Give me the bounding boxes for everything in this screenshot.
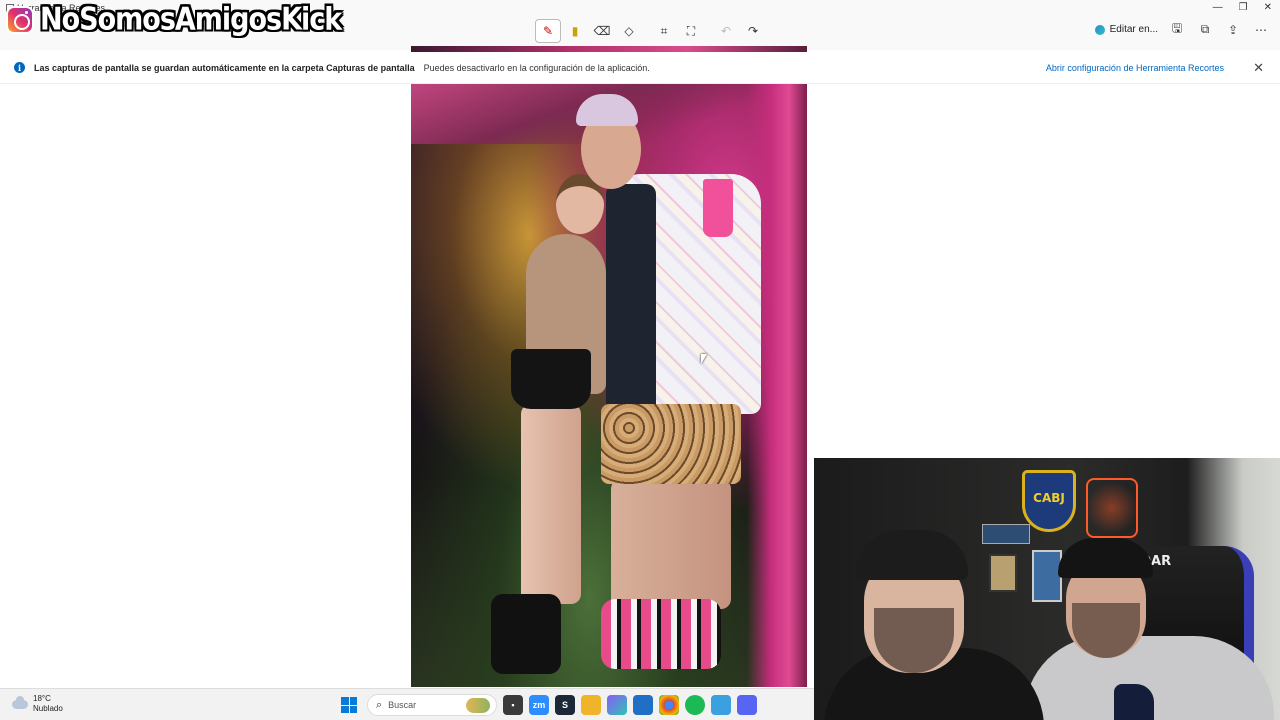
man-shorts — [601, 404, 741, 484]
man-jacket — [606, 184, 656, 414]
window-controls: — ❐ ✕ — [1213, 2, 1272, 13]
copy-icon[interactable]: ⧉ — [1196, 22, 1214, 37]
info-icon: i — [14, 62, 25, 73]
highlighter-icon: ▮ — [571, 24, 579, 38]
minimize-icon[interactable]: — — [1213, 2, 1223, 13]
weather-temperature: 18°C — [33, 694, 51, 703]
discord-icon[interactable] — [737, 695, 757, 715]
pen-tool-button[interactable]: ✎ — [535, 19, 561, 43]
crop-icon: ⌗ — [660, 23, 668, 38]
highlighter-tool-button[interactable]: ▮ — [562, 19, 588, 43]
share-icon[interactable]: ⇪ — [1224, 23, 1242, 37]
weather-widget[interactable]: 18°C Nublado — [12, 694, 63, 714]
photos-icon[interactable] — [711, 695, 731, 715]
shapes-icon: ◇ — [624, 24, 634, 38]
search-placeholder: Buscar — [388, 700, 417, 710]
crest-text: CABJ — [1033, 491, 1065, 505]
woman-skirt — [511, 349, 591, 409]
black-boots — [491, 594, 561, 674]
steam-icon[interactable]: S — [555, 695, 575, 715]
mouse-cursor-icon — [701, 354, 707, 364]
webcam-overlay: ESDAR CABJ — [814, 458, 1280, 720]
club-crest: CABJ — [1022, 470, 1076, 532]
shapes-tool-button[interactable]: ◇ — [616, 19, 642, 43]
instagram-icon — [6, 5, 34, 34]
pen-icon: ✎ — [542, 24, 554, 38]
save-icon[interactable]: 🖫 — [1168, 19, 1186, 40]
right-toolbar: Editar en... 🖫 ⧉ ⇪ ⋯ — [1094, 19, 1270, 40]
title-bar: Herramienta Recortes + N NoSomosAmigosKi… — [0, 0, 1280, 50]
undo-button[interactable]: ↶ — [713, 19, 739, 43]
text-actions-tool-button[interactable]: ⛶ — [678, 19, 704, 43]
store-icon[interactable] — [633, 695, 653, 715]
redo-button[interactable]: ↷ — [740, 19, 766, 43]
open-settings-link[interactable]: Abrir configuración de Herramienta Recor… — [1046, 63, 1224, 73]
task-view-icon[interactable]: ▪ — [503, 695, 523, 715]
close-icon[interactable]: ✕ — [1264, 2, 1272, 13]
spotify-icon[interactable] — [685, 695, 705, 715]
man-legs — [611, 479, 731, 609]
snipping-tool-window: Herramienta Recortes + N NoSomosAmigosKi… — [0, 0, 1280, 720]
close-infobar-icon[interactable]: ✕ — [1253, 60, 1264, 76]
folder-icon[interactable] — [581, 695, 601, 715]
stream-overlay: NoSomosAmigosKick — [6, 1, 342, 38]
neon-sign — [1086, 478, 1138, 538]
wall-poster — [989, 554, 1017, 592]
cloud-icon — [12, 695, 28, 709]
wall-poster-2 — [1032, 550, 1062, 602]
taskbar: 18°C Nublado ⌕ Buscar ▪ zm S — [0, 688, 814, 720]
chrome-icon[interactable] — [659, 695, 679, 715]
pink-sneakers — [601, 599, 721, 669]
eraser-icon: ⌫ — [593, 24, 611, 38]
info-bar: i Las capturas de pantalla se guardan au… — [0, 52, 1280, 84]
weather-text: 18°C Nublado — [33, 694, 63, 714]
wall-plaque — [982, 524, 1030, 544]
taskbar-search-input[interactable]: ⌕ Buscar — [367, 694, 497, 716]
info-title: Las capturas de pantalla se guardan auto… — [34, 62, 415, 73]
channel-name: NoSomosAmigosKick — [40, 1, 342, 38]
undo-icon: ↶ — [720, 24, 732, 38]
windows-start-icon[interactable] — [341, 697, 357, 713]
shirt-logo — [1114, 684, 1154, 720]
paint-app-icon — [1094, 24, 1105, 35]
restore-icon[interactable]: ❐ — [1239, 2, 1248, 13]
zoom-icon[interactable]: zm — [529, 695, 549, 715]
more-icon[interactable]: ⋯ — [1252, 23, 1270, 37]
edit-in-label: Editar en... — [1109, 24, 1158, 35]
zoom-icon-text: zm — [532, 700, 546, 710]
redo-icon: ↷ — [747, 24, 759, 38]
weather-description: Nublado — [33, 704, 63, 713]
text-actions-icon: ⛶ — [686, 23, 696, 38]
eraser-tool-button[interactable]: ⌫ — [589, 19, 615, 43]
steam-icon-text: S — [561, 700, 568, 710]
screenshot-canvas[interactable] — [411, 84, 807, 687]
pink-cup — [703, 179, 733, 237]
search-highlight-icon — [466, 698, 490, 713]
woman-legs — [521, 404, 581, 604]
screenshot-top-strip — [411, 46, 807, 52]
crop-tool-button[interactable]: ⌗ — [651, 19, 677, 43]
taskbar-apps: ⌕ Buscar ▪ zm S — [337, 694, 757, 716]
search-icon: ⌕ — [376, 698, 383, 711]
edit-in-button[interactable]: Editar en... — [1094, 24, 1158, 35]
info-message: Puedes desactivarlo en la configuración … — [423, 62, 650, 73]
copilot-icon[interactable] — [607, 695, 627, 715]
drawing-toolbar: ✎ ▮ ⌫ ◇ ⌗ ⛶ ↶ ↷ — [535, 19, 767, 43]
